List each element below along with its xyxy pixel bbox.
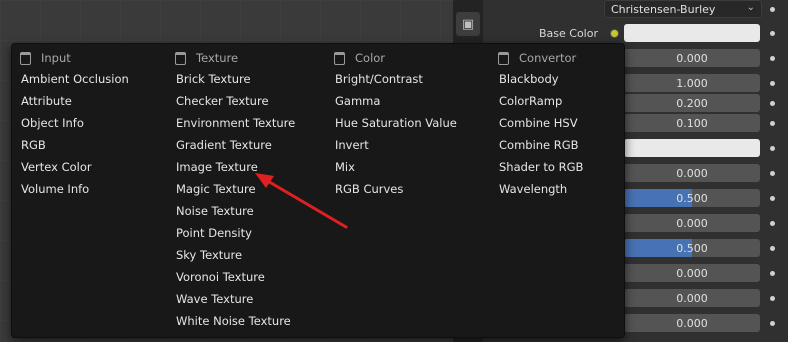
property-value-field[interactable]: 0.200 (624, 94, 760, 112)
texture-category-icon (175, 51, 186, 65)
menu-item-shader-to-rgb[interactable]: Shader to RGB (499, 157, 583, 177)
property-value: 0.500 (676, 191, 708, 205)
keyframe-dot[interactable] (770, 146, 775, 151)
property-value: 0.000 (676, 316, 708, 330)
menu-item-point-density[interactable]: Point Density (176, 223, 252, 243)
property-value-field[interactable]: 0.000 (624, 314, 760, 332)
property-value-field[interactable]: 0.500 (624, 189, 760, 207)
property-value-field[interactable]: 0.000 (624, 164, 760, 182)
subsurface-method-dropdown[interactable]: Christensen-Burley ⌄ (604, 0, 762, 18)
menu-heading: Input (20, 50, 71, 66)
menu-item-ambient-occlusion[interactable]: Ambient Occlusion (21, 69, 129, 89)
property-value-field[interactable]: 0.100 (624, 114, 760, 132)
menu-item-magic-texture[interactable]: Magic Texture (176, 179, 256, 199)
menu-item-mix[interactable]: Mix (335, 157, 355, 177)
menu-item-combine-hsv[interactable]: Combine HSV (499, 113, 578, 133)
base-color-socket[interactable] (610, 29, 619, 38)
property-value-field[interactable]: 1.000 (624, 74, 760, 92)
keyframe-dot[interactable] (770, 81, 775, 86)
menu-item-wave-texture[interactable]: Wave Texture (176, 289, 253, 309)
menu-item-attribute[interactable]: Attribute (21, 91, 72, 111)
menu-item-noise-texture[interactable]: Noise Texture (176, 201, 254, 221)
menu-item-hue-saturation-value[interactable]: Hue Saturation Value (335, 113, 457, 133)
keyframe-dot[interactable] (770, 121, 775, 126)
keyframe-dot[interactable] (770, 321, 775, 326)
menu-heading: Texture (175, 50, 238, 66)
convertor-category-icon (498, 51, 509, 65)
menu-item-object-info[interactable]: Object Info (21, 113, 84, 133)
property-value-field[interactable]: 0.000 (624, 289, 760, 307)
property-value: 0.000 (676, 166, 708, 180)
property-value: 0.200 (676, 96, 708, 110)
property-value-field[interactable]: 0.500 (624, 239, 760, 257)
menu-item-invert[interactable]: Invert (335, 135, 369, 155)
keyframe-dot[interactable] (770, 196, 775, 201)
keyframe-dot[interactable] (770, 296, 775, 301)
menu-heading: Convertor (498, 50, 576, 66)
material-tab-icon[interactable]: ▣ (456, 12, 480, 36)
property-value-field[interactable]: 0.000 (624, 49, 760, 67)
property-value: 0.000 (676, 51, 708, 65)
menu-item-wavelength[interactable]: Wavelength (499, 179, 567, 199)
property-value-field[interactable]: 0.000 (624, 264, 760, 282)
base-color-label: Base Color (538, 27, 598, 40)
property-value: 0.500 (676, 241, 708, 255)
subsurface-method-value: Christensen-Burley (611, 2, 716, 16)
menu-item-gradient-texture[interactable]: Gradient Texture (176, 135, 272, 155)
menu-item-sky-texture[interactable]: Sky Texture (176, 245, 242, 265)
color-category-icon (334, 51, 345, 65)
keyframe-dot[interactable] (770, 56, 775, 61)
property-value: 0.100 (676, 116, 708, 130)
property-value-field[interactable] (624, 139, 760, 157)
menu-item-bright-contrast[interactable]: Bright/Contrast (335, 69, 423, 89)
add-node-menu: Input Ambient Occlusion Attribute Object I… (11, 43, 625, 338)
keyframe-dot[interactable] (770, 31, 775, 36)
base-color-row: Base Color (483, 24, 788, 44)
menu-item-vertex-color[interactable]: Vertex Color (21, 157, 92, 177)
menu-item-rgb[interactable]: RGB (21, 135, 46, 155)
menu-heading: Color (334, 50, 385, 66)
keyframe-dot[interactable] (770, 271, 775, 276)
property-value: 0.000 (676, 216, 708, 230)
menu-item-rgb-curves[interactable]: RGB Curves (335, 179, 403, 199)
property-value: 0.000 (676, 291, 708, 305)
property-value: 1.000 (676, 76, 708, 90)
chevron-down-icon: ⌄ (746, 2, 755, 13)
menu-item-combine-rgb[interactable]: Combine RGB (499, 135, 579, 155)
keyframe-dot[interactable] (770, 246, 775, 251)
menu-item-brick-texture[interactable]: Brick Texture (176, 69, 251, 89)
base-color-swatch[interactable] (624, 24, 760, 42)
keyframe-dot[interactable] (770, 7, 775, 12)
menu-item-voronoi-texture[interactable]: Voronoi Texture (176, 267, 265, 287)
menu-item-colorramp[interactable]: ColorRamp (499, 91, 562, 111)
menu-item-white-noise-texture[interactable]: White Noise Texture (176, 311, 291, 331)
menu-item-gamma[interactable]: Gamma (335, 91, 380, 111)
keyframe-dot[interactable] (770, 171, 775, 176)
menu-item-image-texture[interactable]: Image Texture (176, 157, 258, 177)
menu-item-checker-texture[interactable]: Checker Texture (176, 91, 269, 111)
property-value-field[interactable]: 0.000 (624, 214, 760, 232)
property-value: 0.000 (676, 266, 708, 280)
menu-item-volume-info[interactable]: Volume Info (21, 179, 89, 199)
menu-item-blackbody[interactable]: Blackbody (499, 69, 559, 89)
menu-item-environment-texture[interactable]: Environment Texture (176, 113, 295, 133)
keyframe-dot[interactable] (770, 101, 775, 106)
keyframe-dot[interactable] (770, 221, 775, 226)
input-category-icon (20, 51, 31, 65)
